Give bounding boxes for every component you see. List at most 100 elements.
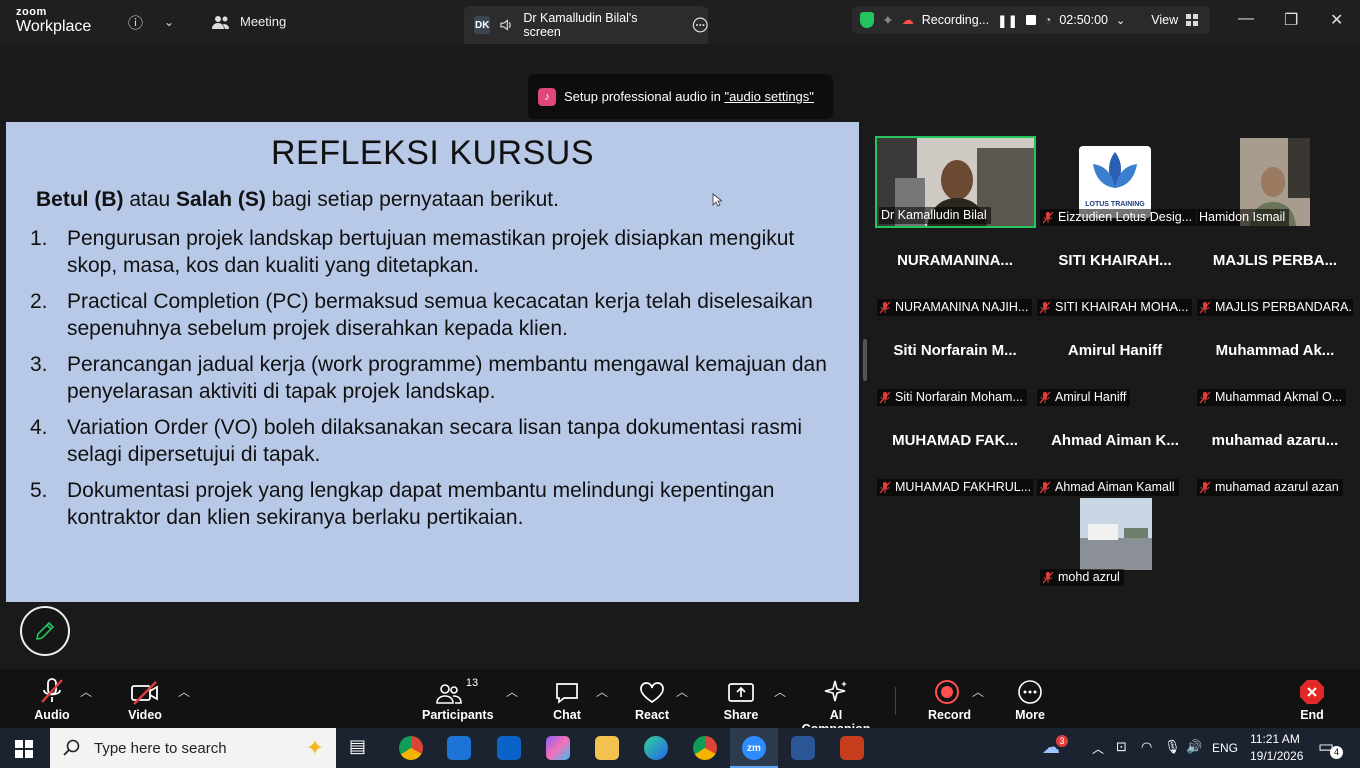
security-shield-icon[interactable] bbox=[860, 12, 874, 28]
mic-off-icon bbox=[41, 678, 63, 703]
meeting-controls: Audio ︿ Video ︿ 13 Participants ︿ Chat ︿… bbox=[0, 669, 1360, 736]
chat-label: Chat bbox=[553, 708, 581, 722]
list-item: 2. Practical Completion (PC) bermaksud se… bbox=[30, 288, 830, 342]
word-icon[interactable] bbox=[791, 736, 815, 760]
task-view-icon[interactable]: ▤ bbox=[349, 736, 373, 760]
participant-display-name: NURAMANINA... bbox=[897, 252, 1013, 269]
tab-shared-screen[interactable]: DK Dr Kamalludin Bilal's screen bbox=[464, 6, 708, 44]
shared-slide: REFLEKSI KURSUS Betul (B) atau Salah (S)… bbox=[6, 122, 859, 602]
meet-now-icon[interactable]: ⊡ bbox=[1116, 739, 1127, 755]
participant-tile[interactable]: Dr Kamalludin Bilal bbox=[875, 136, 1036, 228]
participant-label: Amirul Haniff bbox=[1037, 389, 1131, 406]
participant-tile[interactable]: Siti Norfarain M... Siti Norfarain Moham… bbox=[875, 318, 1035, 408]
end-meeting-button[interactable]: End bbox=[1294, 677, 1330, 722]
show-hidden-icons-icon[interactable]: ︿ bbox=[1092, 740, 1104, 757]
video-button[interactable]: Video bbox=[124, 677, 166, 722]
participant-label: Siti Norfarain Moham... bbox=[877, 389, 1027, 406]
participants-count: 13 bbox=[465, 677, 479, 689]
windows-start-icon[interactable] bbox=[15, 740, 33, 758]
clock-date[interactable]: 19/1/2026 bbox=[1250, 749, 1303, 763]
clock-time[interactable]: 11:21 AM bbox=[1250, 732, 1300, 746]
powerpoint-icon[interactable] bbox=[840, 736, 864, 760]
participant-name: SITI KHAIRAH MOHA... bbox=[1055, 300, 1189, 314]
people-icon bbox=[212, 15, 229, 29]
more-icon bbox=[1018, 680, 1042, 704]
item-text: Dokumentasi projek yang lengkap dapat me… bbox=[67, 479, 775, 529]
view-button[interactable]: View bbox=[1151, 13, 1178, 27]
zoom-app-icon[interactable]: zm bbox=[742, 736, 766, 760]
more-options-icon[interactable] bbox=[692, 16, 708, 34]
share-caret-icon[interactable]: ︿ bbox=[774, 683, 786, 700]
participant-tile[interactable]: Ahmad Aiman K... Ahmad Aiman Kamall bbox=[1035, 408, 1195, 498]
file-explorer-icon[interactable] bbox=[595, 736, 619, 760]
item-number: 4. bbox=[30, 416, 48, 439]
react-button[interactable]: React bbox=[634, 677, 670, 722]
chevron-down-icon[interactable]: ⌄ bbox=[164, 15, 174, 29]
windows-taskbar: Type here to search ✦ ▤ zm ☁ 3 ︿ ⊡ ◠ 🎙 🔊… bbox=[0, 728, 1360, 768]
item-number: 5. bbox=[30, 479, 48, 502]
copilot-sparkle-icon: ✦ bbox=[305, 735, 324, 760]
participant-tile[interactable]: Amirul Haniff Amirul Haniff bbox=[1035, 318, 1195, 408]
participant-display-name: MUHAMAD FAK... bbox=[892, 432, 1018, 449]
participant-tile[interactable]: NURAMANINA... NURAMANINA NAJIH... bbox=[875, 228, 1035, 318]
chat-button[interactable]: Chat bbox=[552, 677, 582, 722]
participant-display-name: MAJLIS PERBA... bbox=[1212, 252, 1338, 269]
audio-options-caret-icon[interactable]: ︿ bbox=[80, 683, 92, 700]
slide-title: REFLEKSI KURSUS bbox=[270, 134, 595, 172]
chrome-icon[interactable] bbox=[399, 736, 423, 760]
participant-name: Siti Norfarain Moham... bbox=[895, 390, 1023, 404]
ai-sparkle-icon[interactable]: ✦ bbox=[882, 12, 894, 29]
pause-recording-icon[interactable]: ❚❚ bbox=[997, 13, 1018, 28]
close-icon[interactable]: ✕ bbox=[1330, 10, 1343, 30]
list-item: 1. Pengurusan projek landskap bertujuan m… bbox=[30, 225, 830, 279]
participant-tile[interactable]: muhamad azaru... muhamad azarul azan bbox=[1195, 408, 1355, 498]
participant-tile[interactable]: LOTUS TRAINING Eizzudien Lotus Desig... bbox=[1038, 138, 1198, 228]
stop-recording-icon[interactable] bbox=[1026, 15, 1037, 25]
store-icon[interactable] bbox=[447, 736, 471, 760]
audio-button[interactable]: Audio bbox=[34, 677, 70, 722]
video-options-caret-icon[interactable]: ︿ bbox=[178, 683, 190, 700]
microphone-icon[interactable]: 🎙 bbox=[1164, 739, 1181, 755]
more-button[interactable]: More bbox=[1012, 677, 1048, 722]
participant-tile[interactable]: Hamidon Ismail bbox=[1195, 138, 1355, 228]
annotate-button[interactable] bbox=[20, 606, 70, 656]
chrome-profile-icon[interactable] bbox=[693, 736, 717, 760]
audio-settings-link[interactable]: "audio settings" bbox=[724, 89, 813, 104]
edge-icon[interactable] bbox=[644, 736, 668, 760]
lotus-logo-icon bbox=[1093, 152, 1137, 188]
react-caret-icon[interactable]: ︿ bbox=[676, 683, 688, 700]
mic-muted-icon bbox=[1039, 481, 1051, 493]
language-indicator[interactable]: ENG bbox=[1212, 741, 1238, 755]
panel-resize-handle[interactable] bbox=[863, 339, 867, 381]
share-button[interactable]: Share bbox=[722, 677, 760, 722]
restore-icon[interactable]: ❐ bbox=[1284, 10, 1298, 30]
participant-display-name: Muhammad Ak... bbox=[1215, 342, 1335, 359]
participant-label: Dr Kamalludin Bilal bbox=[879, 207, 991, 224]
participant-tile[interactable]: mohd azrul bbox=[1038, 498, 1198, 588]
grid-view-icon[interactable] bbox=[1186, 14, 1199, 26]
participant-tile[interactable]: MAJLIS PERBA... MAJLIS PERBANDARA... bbox=[1195, 228, 1355, 318]
outlook-icon[interactable] bbox=[497, 736, 521, 760]
network-icon[interactable]: ◠ bbox=[1141, 739, 1152, 755]
video-label: Video bbox=[128, 708, 162, 722]
participant-tile[interactable]: Muhammad Ak... Muhammad Akmal O... bbox=[1195, 318, 1355, 408]
minimize-icon[interactable]: — bbox=[1238, 10, 1254, 28]
participant-tile[interactable]: MUHAMAD FAK... MUHAMAD FAKHRUL... bbox=[875, 408, 1035, 498]
recording-cloud-icon: ☁ bbox=[901, 13, 914, 27]
audio-label: Audio bbox=[34, 708, 70, 722]
info-icon[interactable]: ⓘ bbox=[128, 12, 143, 33]
participant-tile[interactable]: SITI KHAIRAH... SITI KHAIRAH MOHA... bbox=[1035, 228, 1195, 318]
copilot-icon[interactable] bbox=[546, 736, 570, 760]
record-caret-icon[interactable]: ︿ bbox=[972, 683, 984, 700]
participants-button[interactable]: 13 Participants bbox=[422, 677, 494, 722]
participants-caret-icon[interactable]: ︿ bbox=[506, 683, 518, 700]
record-button[interactable]: Record bbox=[928, 677, 971, 722]
chat-caret-icon[interactable]: ︿ bbox=[596, 683, 608, 700]
taskbar-search[interactable]: Type here to search ✦ bbox=[50, 728, 336, 768]
end-label: End bbox=[1300, 708, 1324, 722]
volume-icon[interactable]: 🔊 bbox=[1186, 739, 1202, 755]
tab-meeting[interactable]: Meeting bbox=[212, 14, 286, 29]
timer-chevron-icon[interactable]: ⌄ bbox=[1116, 14, 1125, 27]
statement-list: 1. Pengurusan projek landskap bertujuan m… bbox=[30, 225, 830, 540]
meeting-timer: 02:50:00 bbox=[1059, 13, 1109, 27]
